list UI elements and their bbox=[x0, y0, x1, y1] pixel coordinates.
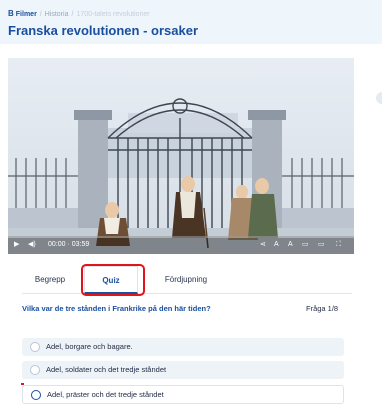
breadcrumb-item-historia[interactable]: Historia bbox=[45, 11, 69, 18]
video-frame bbox=[8, 58, 354, 254]
tab-fordjupning[interactable]: Fördjupning bbox=[146, 266, 226, 294]
answer-option-label: Adel, soldater och det tredje ståndet bbox=[46, 365, 167, 374]
breadcrumb-item-current: 1700-talets revolutioner bbox=[76, 11, 150, 18]
breadcrumb-brand[interactable]: Filmer bbox=[16, 11, 37, 18]
play-icon[interactable]: ▶ bbox=[14, 236, 19, 254]
page-header: B Filmer / Historia/1700-talets revolutione… bbox=[0, 0, 382, 44]
breadcrumb-separator: / bbox=[39, 11, 42, 18]
answer-option-label: Adel, präster och det tredje ståndet bbox=[47, 390, 164, 399]
answer-option[interactable]: Adel, borgare och bagare. bbox=[22, 338, 344, 356]
video-controls: ▶ ◀) 00:00 · 03:59 ⋖ A A ▭ ▭ ⛶ bbox=[8, 236, 354, 254]
answer-option-label: Adel, borgare och bagare. bbox=[46, 342, 133, 351]
subtitles-icon[interactable]: ▭ bbox=[302, 236, 309, 254]
page-title: Franska revolutionen - orsaker bbox=[8, 23, 199, 38]
breadcrumb: B Filmer / Historia/1700-talets revolutione… bbox=[8, 9, 150, 18]
video-time: 00:00 · 03:59 bbox=[48, 241, 90, 248]
video-player[interactable]: ▶ ◀) 00:00 · 03:59 ⋖ A A ▭ ▭ ⛶ bbox=[8, 58, 354, 254]
fullscreen-icon[interactable]: ⛶ bbox=[336, 236, 341, 254]
question-counter: Fråga 1/8 bbox=[306, 304, 339, 313]
tab-begrepp[interactable]: Begrepp bbox=[22, 266, 78, 294]
share-icon[interactable]: ⋖ bbox=[260, 236, 266, 254]
answer-option[interactable]: Adel, soldater och det tredje ståndet bbox=[22, 361, 344, 379]
quiz-question: Vilka var de tre stånden i Frankrike på … bbox=[22, 304, 211, 313]
brand-logo-icon[interactable]: B bbox=[8, 9, 14, 18]
text-size-increase-icon[interactable]: A bbox=[288, 236, 293, 254]
text-size-decrease-icon[interactable]: A bbox=[274, 236, 279, 254]
side-scroll-indicator bbox=[376, 92, 382, 104]
answer-option-selected[interactable]: Adel, präster och det tredje ståndet bbox=[22, 385, 344, 404]
quiz-tab-highlight bbox=[81, 264, 145, 296]
tab-bar: Begrepp Quiz Fördjupning bbox=[22, 266, 352, 294]
breadcrumb-separator: / bbox=[71, 11, 74, 18]
radio-button[interactable] bbox=[30, 365, 40, 375]
radio-button[interactable] bbox=[30, 342, 40, 352]
volume-icon[interactable]: ◀) bbox=[28, 236, 36, 254]
radio-button-selected[interactable] bbox=[31, 390, 41, 400]
theater-icon[interactable]: ▭ bbox=[318, 236, 325, 254]
